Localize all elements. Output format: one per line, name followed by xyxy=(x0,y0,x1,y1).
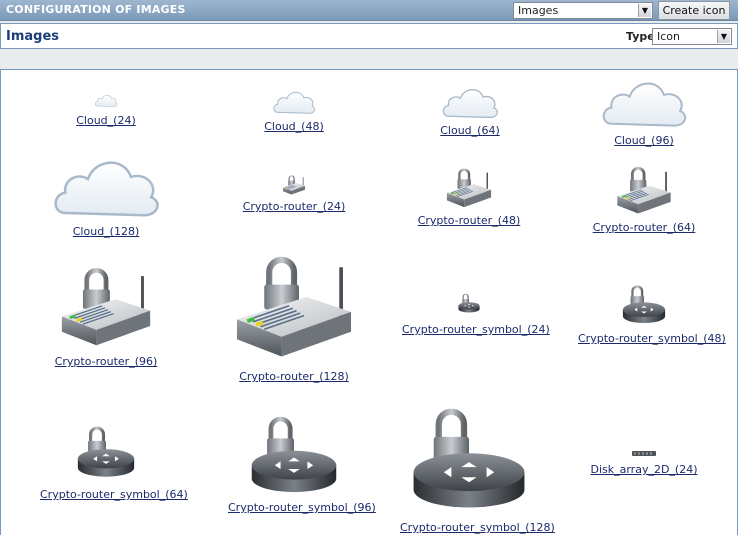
image-cell: Disk_array_2D_(24) xyxy=(590,451,698,476)
cloud-icon[interactable] xyxy=(596,75,692,131)
image-cell: Cloud_(48) xyxy=(249,88,339,133)
type-select-value: Icon xyxy=(657,30,680,43)
crypto-router-symbol-icon[interactable] xyxy=(246,398,342,494)
image-cell: Crypto-router_(96) xyxy=(51,255,161,368)
crypto-router-icon[interactable] xyxy=(232,240,356,364)
type-select[interactable]: Icon ▼ xyxy=(652,28,732,45)
crypto-router-icon[interactable] xyxy=(282,172,306,196)
image-link[interactable]: Cloud_(64) xyxy=(425,124,515,137)
crypto-router-symbol-icon[interactable] xyxy=(406,384,532,510)
image-cell: Cloud_(128) xyxy=(41,152,171,238)
cloud-icon[interactable] xyxy=(94,93,118,108)
image-link[interactable]: Cloud_(96) xyxy=(594,134,694,147)
image-cell: Cloud_(96) xyxy=(594,75,694,147)
image-cell: Cloud_(64) xyxy=(425,84,515,137)
cloud-icon[interactable] xyxy=(270,88,318,116)
crypto-router-symbol-icon[interactable] xyxy=(457,289,481,313)
image-cell: Crypto-router_symbol_(64) xyxy=(40,414,188,501)
image-link[interactable]: Cloud_(24) xyxy=(66,114,146,127)
image-cell: Crypto-router_symbol_(48) xyxy=(578,276,726,345)
view-select-value: Images xyxy=(518,4,559,17)
image-cell: Crypto-router_symbol_(96) xyxy=(228,398,376,514)
image-link[interactable]: Crypto-router_symbol_(128) xyxy=(400,521,555,534)
image-cell: Crypto-router_symbol_(128) xyxy=(400,384,555,534)
create-icon-button[interactable]: Create icon xyxy=(658,1,730,20)
image-link[interactable]: Crypto-router_symbol_(64) xyxy=(40,488,188,501)
image-link[interactable]: Crypto-router_(96) xyxy=(51,355,161,368)
page-title: CONFIGURATION OF IMAGES xyxy=(6,3,186,16)
image-link[interactable]: Crypto-router_symbol_(48) xyxy=(578,332,726,345)
image-cell: Crypto-router_(24) xyxy=(239,172,349,213)
cloud-icon[interactable] xyxy=(438,84,502,121)
image-link[interactable]: Cloud_(128) xyxy=(41,225,171,238)
image-link[interactable]: Cloud_(48) xyxy=(249,120,339,133)
image-link[interactable]: Crypto-router_(128) xyxy=(229,370,359,383)
crypto-router-symbol-icon[interactable] xyxy=(74,414,138,478)
type-label: Type xyxy=(626,30,655,43)
image-cell: Crypto-router_symbol_(24) xyxy=(402,289,550,336)
image-link[interactable]: Crypto-router_(64) xyxy=(588,221,700,234)
disk-array-icon[interactable] xyxy=(632,451,656,456)
image-cell: Crypto-router_(48) xyxy=(414,162,524,227)
image-cell: Crypto-router_(128) xyxy=(229,240,359,383)
crypto-router-icon[interactable] xyxy=(445,162,493,210)
view-select[interactable]: Images ▼ xyxy=(513,2,653,19)
image-link[interactable]: Crypto-router_symbol_(96) xyxy=(228,501,376,514)
chevron-down-icon: ▼ xyxy=(717,30,730,43)
cloud-icon[interactable] xyxy=(42,152,170,222)
crypto-router-icon[interactable] xyxy=(612,159,676,217)
crypto-router-symbol-icon[interactable] xyxy=(620,276,668,324)
image-cell: Crypto-router_(64) xyxy=(588,159,700,234)
section-title: Images xyxy=(6,29,60,44)
image-link[interactable]: Crypto-router_symbol_(24) xyxy=(402,323,550,336)
images-section-header: Images Type Icon ▼ xyxy=(0,23,738,49)
page-header-bar: CONFIGURATION OF IMAGES Images ▼ Create … xyxy=(0,0,738,21)
image-link[interactable]: Crypto-router_(24) xyxy=(239,200,349,213)
image-link[interactable]: Crypto-router_(48) xyxy=(414,214,524,227)
crypto-router-icon[interactable] xyxy=(58,255,154,351)
image-cell: Cloud_(24) xyxy=(66,93,146,127)
image-link[interactable]: Disk_array_2D_(24) xyxy=(590,463,698,476)
chevron-down-icon: ▼ xyxy=(638,4,651,17)
